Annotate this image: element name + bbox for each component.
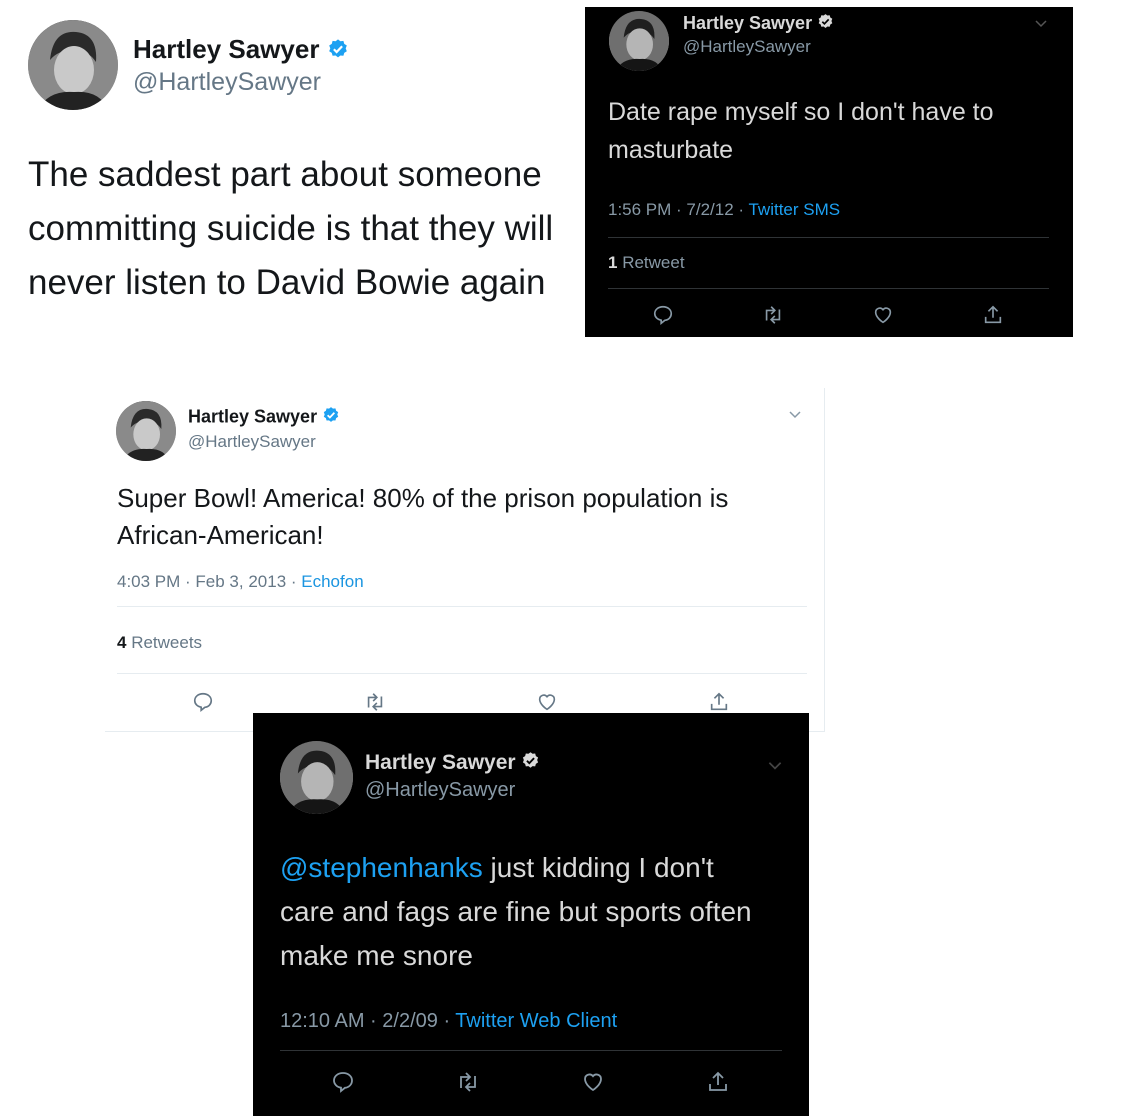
reply-button[interactable] (649, 303, 677, 327)
tweet-text: Date rape myself so I don't have to mast… (608, 98, 994, 164)
handle[interactable]: @HartleySawyer (683, 37, 811, 57)
retweet-button[interactable] (361, 690, 389, 714)
like-button[interactable] (578, 1069, 608, 1095)
chevron-down-icon[interactable] (766, 756, 784, 779)
reply-icon (193, 692, 213, 712)
avatar[interactable] (280, 741, 353, 814)
like-icon (538, 694, 556, 711)
retweet-icon (765, 306, 781, 324)
tweet-source-link[interactable]: Twitter Web Client (455, 1010, 617, 1032)
chevron-down-icon[interactable] (787, 406, 803, 427)
reply-button[interactable] (328, 1069, 358, 1095)
retweet-count[interactable]: 4 Retweets (117, 633, 202, 653)
tweet-timestamp[interactable]: 1:56 PM · 7/2/12 · Twitter SMS (608, 200, 840, 220)
reply-icon (653, 305, 673, 325)
avatar[interactable] (609, 11, 669, 71)
like-button[interactable] (869, 303, 897, 327)
avatar[interactable] (28, 20, 118, 110)
display-name[interactable]: Hartley Sawyer (683, 13, 834, 35)
display-name[interactable]: Hartley Sawyer (188, 406, 340, 429)
tweet-card-2: Hartley Sawyer @HartleySawyer Date rape … (585, 7, 1073, 337)
share-icon (984, 305, 1002, 324)
handle[interactable]: @HartleySawyer (365, 779, 515, 802)
share-icon (709, 1071, 727, 1091)
divider (608, 288, 1049, 289)
share-button[interactable] (979, 303, 1007, 327)
like-button[interactable] (533, 690, 561, 714)
tweet-source-link[interactable]: Twitter SMS (748, 200, 840, 219)
avatar[interactable] (116, 401, 176, 461)
tweet-card-4: Hartley Sawyer @HartleySawyer @stephenha… (253, 713, 809, 1116)
retweet-icon (460, 1072, 476, 1092)
divider (117, 673, 807, 674)
divider (608, 237, 1049, 238)
share-icon (710, 692, 728, 711)
handle[interactable]: @HartleySawyer (133, 68, 321, 97)
retweet-button[interactable] (759, 303, 787, 327)
like-icon (874, 307, 892, 324)
chevron-down-icon[interactable] (1033, 15, 1049, 36)
verified-badge-icon (817, 13, 834, 35)
like-icon (584, 1073, 602, 1092)
tweet-text: Super Bowl! America! 80% of the prison p… (117, 483, 729, 550)
tweet-text: The saddest part about someone committin… (28, 155, 554, 302)
tweet-card-3: Hartley Sawyer @HartleySawyer Super Bowl… (105, 388, 825, 732)
handle[interactable]: @HartleySawyer (188, 432, 316, 452)
mention-link[interactable]: @stephenhanks (280, 852, 483, 883)
reply-button[interactable] (189, 690, 217, 714)
verified-badge-icon (521, 751, 540, 776)
verified-badge-icon (327, 36, 349, 67)
divider (117, 606, 807, 607)
tweet-timestamp[interactable]: 12:10 AM · 2/2/09 · Twitter Web Client (280, 1010, 617, 1033)
retweet-count[interactable]: 1 Retweet (608, 253, 685, 273)
retweet-button[interactable] (453, 1069, 483, 1095)
tweet-text: @stephenhanks just kidding I don't care … (280, 852, 752, 971)
retweet-icon (367, 693, 383, 711)
share-button[interactable] (703, 1069, 733, 1095)
display-name[interactable]: Hartley Sawyer (133, 34, 349, 67)
tweet-timestamp[interactable]: 4:03 PM · Feb 3, 2013 · Echofon (117, 572, 364, 592)
tweet-source-link[interactable]: Echofon (301, 572, 363, 591)
verified-badge-icon (322, 406, 340, 429)
divider (280, 1050, 782, 1051)
display-name[interactable]: Hartley Sawyer (365, 751, 540, 776)
share-button[interactable] (705, 690, 733, 714)
reply-icon (333, 1072, 353, 1093)
